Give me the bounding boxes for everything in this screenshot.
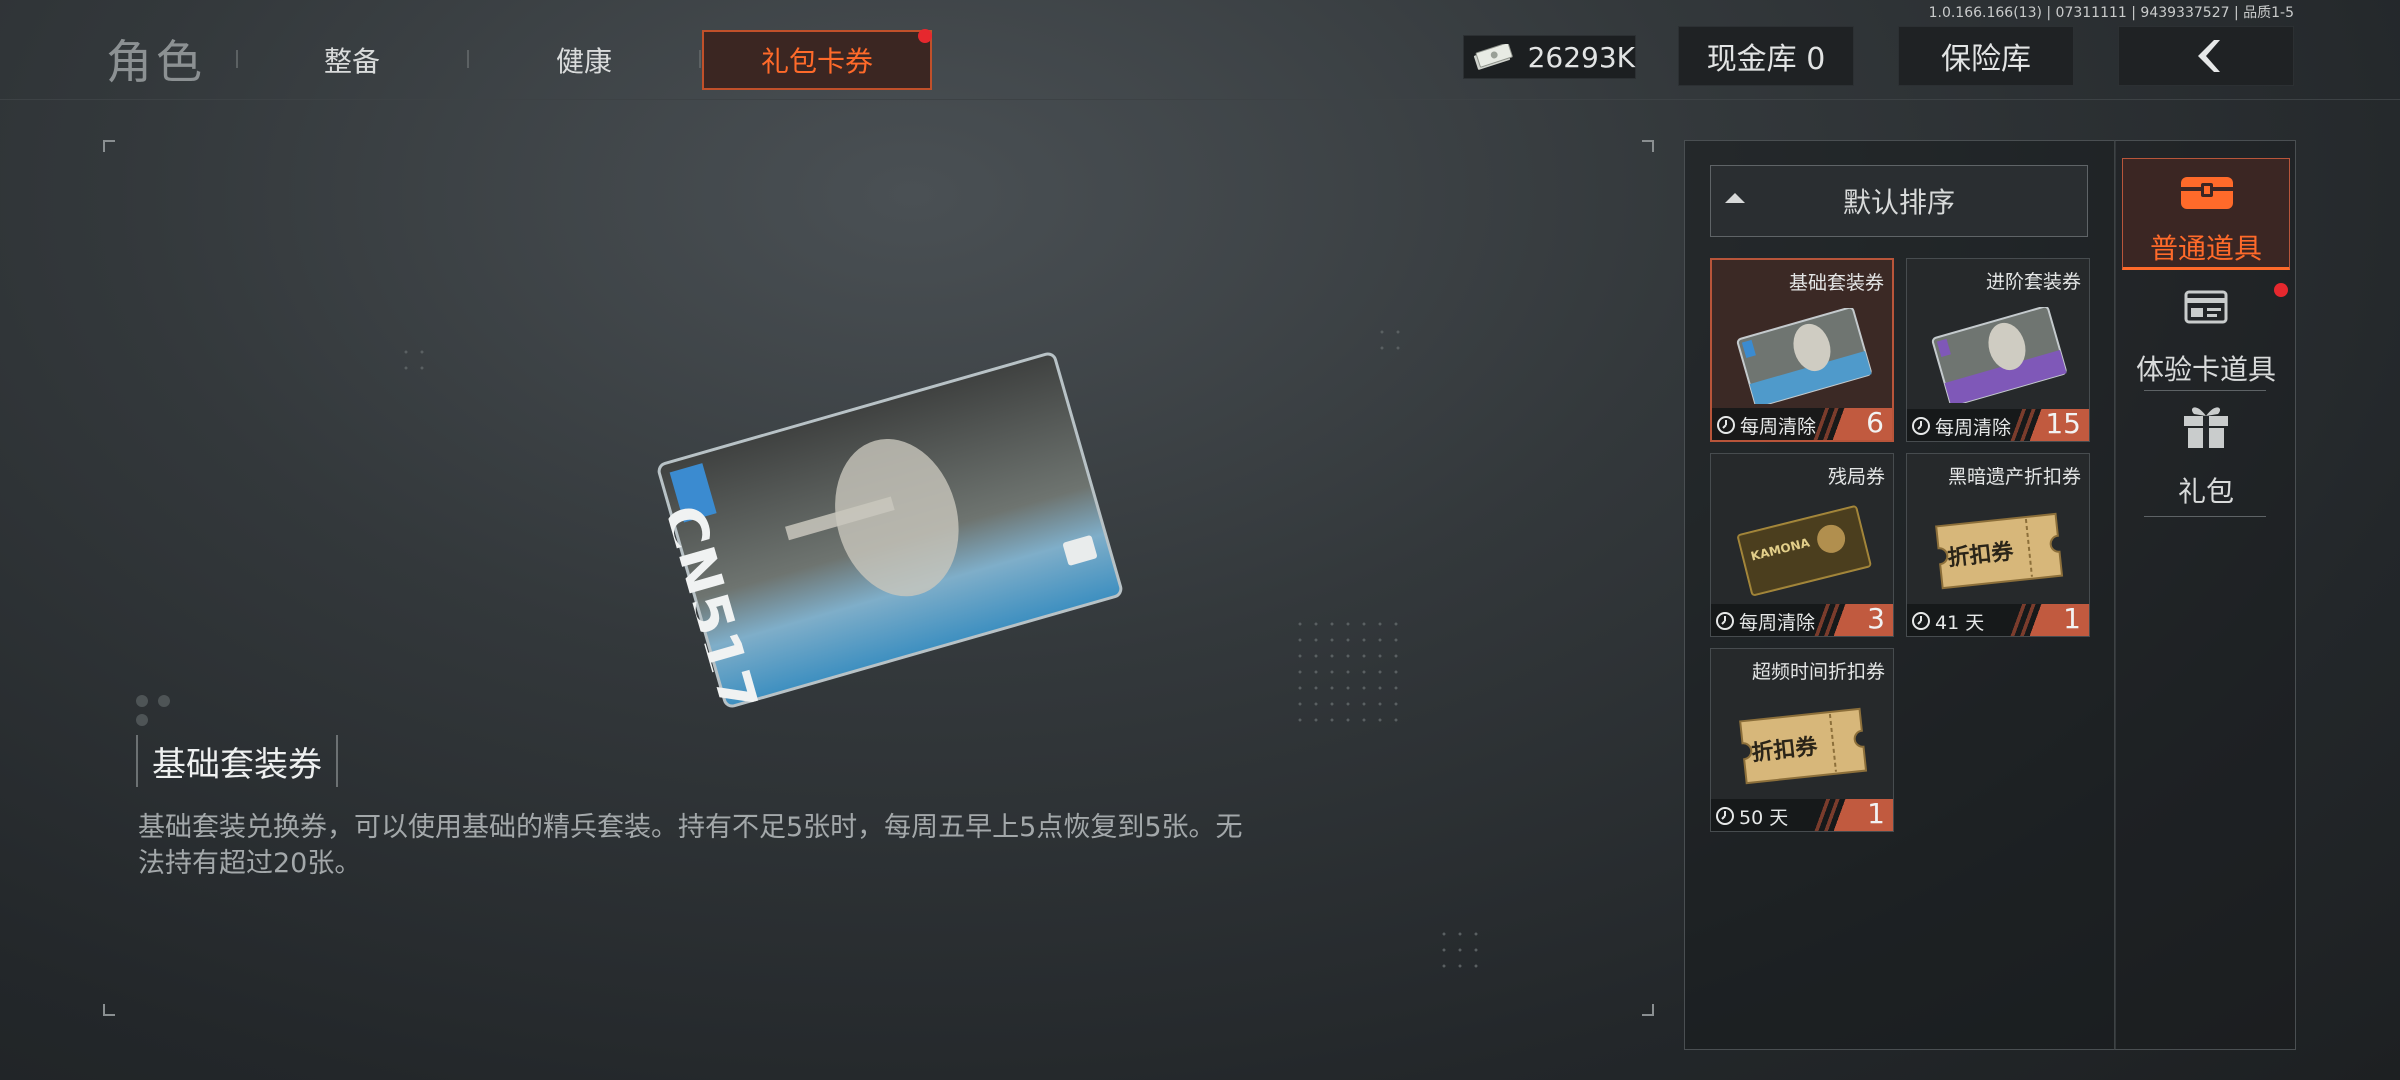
clock-icon [1716, 612, 1734, 630]
item-count: 1 [2063, 602, 2081, 635]
nav-divider [467, 50, 469, 68]
suit-card-purple-icon [1931, 307, 2067, 403]
item-expiry: 每周清除 [1935, 417, 2012, 439]
category-trial-cards[interactable]: 体验卡道具 [2122, 282, 2290, 386]
item-count: 3 [1867, 602, 1885, 635]
sort-label: 默认排序 [1842, 186, 1955, 219]
chest-icon [2181, 177, 2233, 209]
frame-corner [1642, 140, 1654, 152]
discount-ticket-icon: 折扣券 [1935, 512, 2064, 590]
currency-display: 26293K [1463, 35, 1636, 79]
category-label: 礼包 [2177, 475, 2234, 508]
category-gift-packs[interactable]: 礼包 [2122, 400, 2290, 510]
back-button[interactable] [2118, 26, 2294, 86]
cash-vault-button[interactable]: 现金库 0 [1678, 26, 1854, 86]
safe-box-button[interactable]: 保险库 [1898, 26, 2074, 86]
discount-ticket-icon: 折扣券 [1739, 707, 1868, 785]
notification-dot [2274, 283, 2288, 297]
category-label: 普通道具 [2149, 232, 2262, 265]
page-dots [136, 692, 196, 726]
item-tile[interactable]: 进阶套装券 每周清除 15 [1906, 258, 2090, 442]
item-title-frame: 基础套装券 [136, 735, 338, 787]
frame-corner [103, 140, 115, 152]
chevron-up-icon [1725, 193, 1745, 203]
decor-dots [1374, 324, 1404, 354]
decor-dots [398, 344, 428, 374]
item-name: 黑暗遗产折扣券 [1947, 466, 2081, 488]
clock-icon [1912, 417, 1930, 435]
item-count: 1 [1867, 797, 1885, 830]
category-divider [2144, 516, 2266, 517]
item-name: 进阶套装券 [1985, 271, 2081, 293]
item-expiry: 50 天 [1739, 807, 1789, 829]
nav-divider [236, 50, 238, 68]
clock-icon [1912, 612, 1930, 630]
item-tile[interactable]: 基础套装券 每周清除 6 [1710, 258, 1894, 442]
item-expiry: 41 天 [1935, 612, 1985, 634]
clock-icon [1716, 807, 1734, 825]
item-name: 残局券 [1827, 466, 1885, 488]
sort-button[interactable]: 默认排序 [1710, 165, 2088, 237]
suit-card-image: CN517 [652, 352, 1123, 713]
clock-icon [1717, 416, 1735, 434]
item-description: 基础套装兑换券，可以使用基础的精兵套装。持有不足5张时，每周五早上5点恢复到5张… [138, 812, 1243, 879]
item-tile[interactable]: 黑暗遗产折扣券 折扣券 41 天 1 [1906, 453, 2090, 637]
item-count: 15 [2045, 407, 2081, 440]
item-tile[interactable]: 残局券 KAMONA 每周清除 3 [1710, 453, 1894, 637]
item-expiry: 每周清除 [1740, 416, 1817, 438]
tab-health[interactable]: 健康 [556, 40, 612, 80]
version-text: 1.0.166.166(13) | 07311111 | 9439337527 … [1928, 5, 2294, 21]
frame-corner [1642, 1004, 1654, 1016]
category-normal-items[interactable]: 普通道具 [2122, 158, 2290, 270]
currency-value: 26293K [1527, 40, 1635, 74]
cash-icon [1473, 44, 1513, 70]
page-title: 角色 [106, 35, 206, 89]
nav-divider [699, 50, 701, 68]
item-name: 基础套装券 [1788, 272, 1884, 294]
decor-dots [1292, 616, 1402, 726]
category-panel [2114, 140, 2296, 1050]
decor-dots [1436, 926, 1486, 976]
item-title: 基础套装券 [152, 744, 322, 785]
trial-card-icon [2184, 290, 2228, 324]
tab-gift-coupons[interactable]: 礼包卡券 [702, 30, 932, 90]
tab-equip[interactable]: 整备 [324, 40, 380, 80]
category-divider [2144, 390, 2266, 391]
item-name: 超频时间折扣券 [1751, 661, 1885, 683]
suit-card-icon [1736, 308, 1872, 404]
frame-corner [103, 1004, 115, 1016]
gift-icon [2184, 407, 2228, 448]
item-count: 6 [1866, 406, 1884, 439]
notification-dot [918, 29, 932, 43]
kamona-card-icon: KAMONA [1737, 505, 1872, 596]
chevron-left-icon [2198, 40, 2220, 72]
item-expiry: 每周清除 [1739, 612, 1816, 634]
category-label: 体验卡道具 [2135, 353, 2276, 386]
item-tile[interactable]: 超频时间折扣券 折扣券 50 天 1 [1710, 648, 1894, 832]
